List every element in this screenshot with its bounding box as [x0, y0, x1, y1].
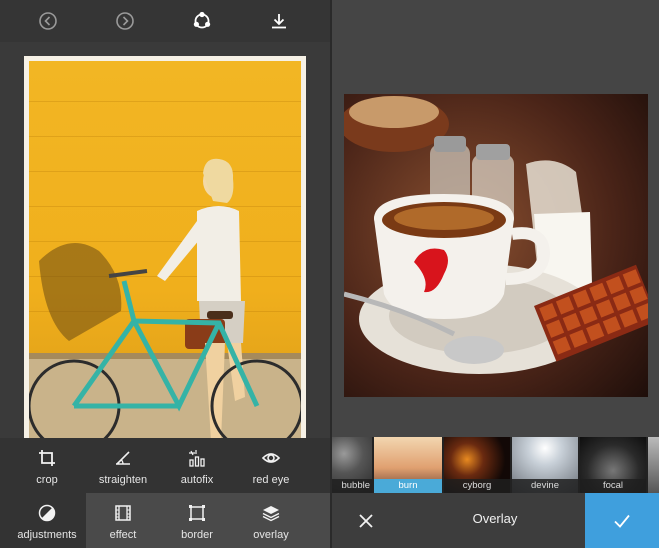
download-icon[interactable]	[268, 10, 290, 32]
autofix-tool[interactable]: autofix	[156, 441, 238, 493]
border-icon	[156, 504, 238, 528]
red-eye-label: red eye	[252, 474, 290, 486]
straighten-icon	[82, 449, 164, 473]
editor-panel: crop straighten autofix red eye adjustme…	[0, 0, 330, 548]
filter-thumb-cyborg[interactable]: cyborg	[444, 437, 510, 493]
share-icon[interactable]	[191, 10, 213, 32]
overlay-tool[interactable]: overlay	[230, 496, 312, 548]
redo-icon[interactable]	[114, 10, 136, 32]
overlay-filter-strip: bubble burn cyborg devine focal	[332, 437, 659, 493]
photo-border-frame	[24, 56, 306, 438]
filter-thumb-focal[interactable]: focal	[580, 437, 646, 493]
autofix-label: autofix	[180, 474, 214, 486]
red-eye-icon	[230, 449, 312, 473]
adjustments-label: adjustments	[17, 529, 77, 541]
editor-toolbar	[0, 0, 330, 42]
filter-label: devine	[512, 479, 578, 493]
autofix-icon	[156, 449, 238, 473]
overlay-label: overlay	[253, 529, 289, 541]
effect-tool[interactable]: effect	[82, 496, 164, 548]
filter-label: bubble	[332, 479, 372, 493]
filter-thumb-burn[interactable]: burn	[374, 437, 442, 493]
straighten-tool[interactable]: straighten	[82, 441, 164, 493]
close-icon[interactable]	[354, 509, 378, 533]
adjustments-tool[interactable]: adjustments	[6, 496, 88, 548]
crop-tool[interactable]: crop	[6, 441, 88, 493]
effect-label: effect	[109, 529, 137, 541]
filter-thumb-bubble[interactable]: bubble	[332, 437, 372, 493]
red-eye-tool[interactable]: red eye	[230, 441, 312, 493]
border-tool[interactable]: border	[156, 496, 238, 548]
adjustments-icon	[6, 504, 88, 528]
checkmark-icon	[614, 514, 630, 528]
preview-photo	[344, 94, 648, 397]
filter-label: focal	[580, 479, 646, 493]
filter-thumb-next[interactable]	[648, 437, 659, 493]
edited-photo	[29, 61, 301, 438]
filter-label: burn	[374, 479, 442, 493]
border-label: border	[181, 529, 213, 541]
filter-thumb-devine[interactable]: devine	[512, 437, 578, 493]
overlay-title: Overlay	[472, 511, 518, 526]
crop-icon	[6, 449, 88, 473]
effect-icon	[82, 504, 164, 528]
overlay-action-bar: Overlay	[332, 493, 659, 548]
confirm-button[interactable]	[585, 493, 659, 548]
crop-label: crop	[36, 474, 58, 486]
overlay-panel: bubble burn cyborg devine focal Overlay	[332, 0, 659, 548]
filter-label: cyborg	[444, 479, 510, 493]
straighten-label: straighten	[98, 474, 148, 486]
undo-icon[interactable]	[37, 10, 59, 32]
overlay-icon	[230, 504, 312, 528]
